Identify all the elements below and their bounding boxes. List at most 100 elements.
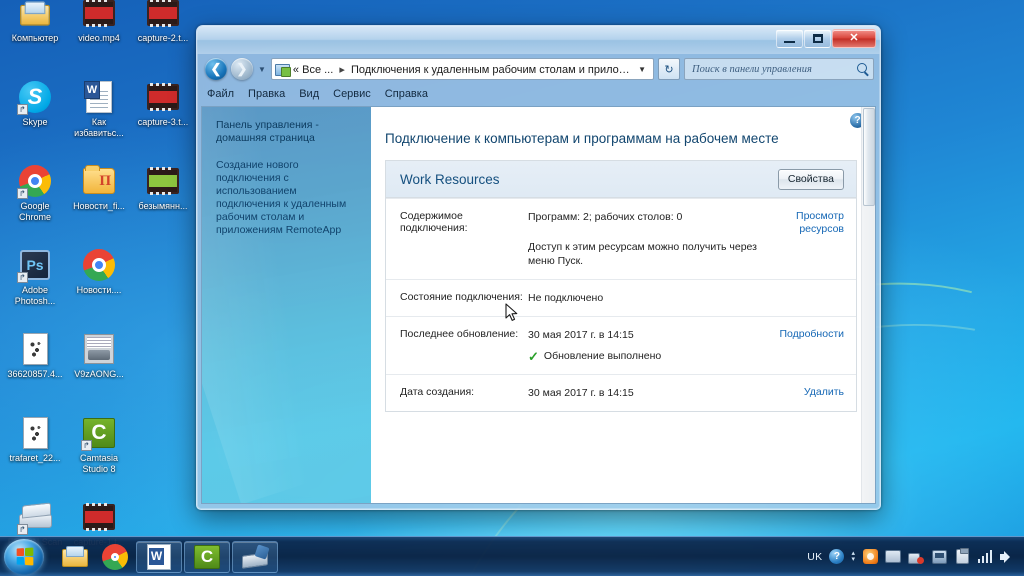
video-file-icon (82, 0, 116, 30)
desktop-icon-label: video.mp4 (78, 33, 120, 43)
volume-tray-icon[interactable] (1000, 549, 1016, 565)
photoshop-icon: Ps (17, 248, 52, 283)
chrome-icon (17, 164, 52, 199)
menu-item-view[interactable]: Вид (299, 88, 319, 100)
desktop-icon-label: Google Chrome (18, 201, 51, 222)
desktop-icon-label: 36620857.4... (7, 369, 63, 379)
properties-button[interactable]: Свойства (777, 168, 844, 190)
desktop-icon-label: Новости_fi... (73, 201, 125, 211)
show-hidden-icons-icon[interactable]: ▴ ▾ (851, 550, 855, 563)
control-panel-icon (274, 62, 291, 77)
vertical-scrollbar[interactable] (861, 107, 875, 503)
desktop-icon-trafaret[interactable]: trafaret_22... (4, 412, 66, 496)
details-link[interactable]: Подробности (770, 328, 844, 363)
search-placeholder: Поиск в панели управления (692, 63, 812, 75)
signal-tray-icon[interactable] (977, 549, 993, 565)
desktop-icon-capture-2[interactable]: capture-2.t... (132, 0, 194, 76)
mouse-cursor (505, 303, 518, 321)
row-label: Дата создания: (400, 386, 475, 398)
maximize-button[interactable] (804, 29, 831, 48)
taskbar-item-chrome[interactable] (96, 541, 134, 573)
help-icon[interactable]: ? (829, 549, 845, 564)
desktop-icon-google-chrome[interactable]: Google Chrome (4, 160, 66, 244)
delete-link[interactable]: Удалить (770, 386, 844, 400)
breadcrumb-dropdown-icon[interactable]: ▼ (633, 65, 651, 74)
antivirus-tray-icon[interactable] (862, 549, 878, 565)
control-panel-window[interactable]: ✕ ❮ ❯ ▼ « Все ... ▸ Подключения к удален… (196, 25, 881, 510)
desktop[interactable]: Компьютер video.mp4 capture-2.t... S Sky… (0, 0, 1024, 576)
taskbar-item-word[interactable] (136, 540, 182, 573)
clipboard-tray-icon[interactable] (954, 548, 970, 565)
refresh-button[interactable]: ↻ (658, 58, 680, 80)
taskbar-item-paint[interactable] (232, 540, 278, 573)
nav-link-control-panel-home[interactable]: Панель управления - домашняя страница (216, 119, 361, 145)
start-button[interactable] (4, 538, 44, 575)
row-action (770, 291, 844, 305)
desktop-icon-video-mp4[interactable]: video.mp4 (68, 0, 130, 76)
desktop-icon-adobe-photoshop[interactable]: Ps Adobe Photosh... (4, 244, 66, 328)
taskbar-item-camtasia[interactable]: C (184, 540, 230, 573)
row-value-text: 30 мая 2017 г. в 14:15 (528, 329, 634, 341)
sharing-tray-icon[interactable] (931, 549, 947, 565)
video-file-icon (146, 80, 180, 114)
desktop-icon-label: capture-3.t... (137, 117, 189, 127)
table-image-icon (82, 332, 116, 366)
status-badge: ✓ Обновление выполнено (528, 349, 770, 363)
camtasia-icon: C (194, 544, 220, 569)
desktop-icon-label: Компьютер (11, 33, 59, 43)
system-tray: UK ? ▴ ▾ (807, 548, 1024, 565)
menu-item-file[interactable]: Файл (207, 88, 234, 100)
close-button[interactable]: ✕ (832, 29, 876, 48)
recent-pages-chevron-icon[interactable]: ▼ (257, 65, 267, 74)
camtasia-icon: C (81, 416, 116, 451)
minimize-button[interactable] (776, 29, 803, 48)
monitor-tray-icon[interactable] (885, 549, 901, 565)
desktop-icon-label: V9zAONG... (74, 369, 124, 379)
back-button[interactable]: ❮ (205, 58, 227, 80)
desktop-icon-skype[interactable]: S Skype (4, 76, 66, 160)
scanner-icon (17, 500, 52, 535)
menu-item-edit[interactable]: Правка (248, 88, 285, 100)
window-titlebar[interactable]: ✕ (197, 26, 880, 54)
breadcrumb: « Все ... ▸ Подключения к удаленным рабо… (293, 63, 633, 76)
desktop-icon-novosti-chrome[interactable]: Новости.... (68, 244, 130, 328)
network-error-tray-icon[interactable] (908, 549, 924, 565)
forward-button[interactable]: ❯ (231, 58, 253, 80)
scrollbar-thumb[interactable] (863, 108, 875, 206)
row-value: Не подключено (528, 292, 604, 304)
desktop-icon-computer[interactable]: Компьютер (4, 0, 66, 76)
shortcut-overlay-icon (81, 440, 92, 451)
desktop-icon-label: Camtasia Studio 8 (79, 453, 118, 474)
skype-icon: S (17, 80, 52, 115)
taskbar-item-explorer[interactable] (56, 541, 94, 573)
shortcut-overlay-icon (17, 524, 28, 535)
desktop-icon-capture-3[interactable]: capture-3.t... (132, 76, 194, 160)
language-indicator[interactable]: UK (807, 551, 822, 563)
search-icon (857, 63, 869, 75)
desktop-icon-bezymyann[interactable]: безымянн... (132, 160, 194, 244)
desktop-icon-novosti-folder[interactable]: П Новости_fi... (68, 160, 130, 244)
desktop-icon-camtasia-studio[interactable]: C Camtasia Studio 8 (68, 412, 130, 496)
taskbar: C UK ? ▴▾ (0, 536, 1024, 576)
folder-icon: П (82, 164, 116, 198)
desktop-icon-label: безымянн... (138, 201, 188, 211)
nav-link-create-new-connection[interactable]: Создание нового подключения с использова… (216, 159, 361, 237)
menu-item-help[interactable]: Справка (385, 88, 428, 100)
breadcrumb-root[interactable]: Все ... (302, 64, 333, 76)
desktop-icon-v9zaong[interactable]: V9zAONG... (68, 328, 130, 412)
desktop-icon-label: capture-2.t... (137, 33, 189, 43)
row-value: Программ: 2; рабочих столов: 0 Доступ к … (528, 210, 770, 268)
desktop-icon-label: Adobe Photosh... (14, 285, 56, 306)
video-file-icon (146, 0, 180, 30)
view-resources-link[interactable]: Просмотр ресурсов (770, 210, 844, 268)
breadcrumb-separator-icon: ▸ (339, 63, 345, 76)
desktop-icon-word-doc[interactable]: W Как избавитьс... (68, 76, 130, 160)
image-file-icon (18, 416, 52, 450)
video-file-icon (82, 500, 116, 534)
menu-item-tools[interactable]: Сервис (333, 88, 371, 100)
breadcrumb-current[interactable]: Подключения к удаленным рабочим столам и… (351, 64, 633, 76)
search-input[interactable]: Поиск в панели управления (684, 58, 874, 80)
desktop-icon-36620857[interactable]: 36620857.4... (4, 328, 66, 412)
table-row: Дата создания: 30 мая 2017 г. в 14:15 Уд… (386, 374, 856, 411)
address-breadcrumb-bar[interactable]: « Все ... ▸ Подключения к удаленным рабо… (270, 58, 654, 80)
